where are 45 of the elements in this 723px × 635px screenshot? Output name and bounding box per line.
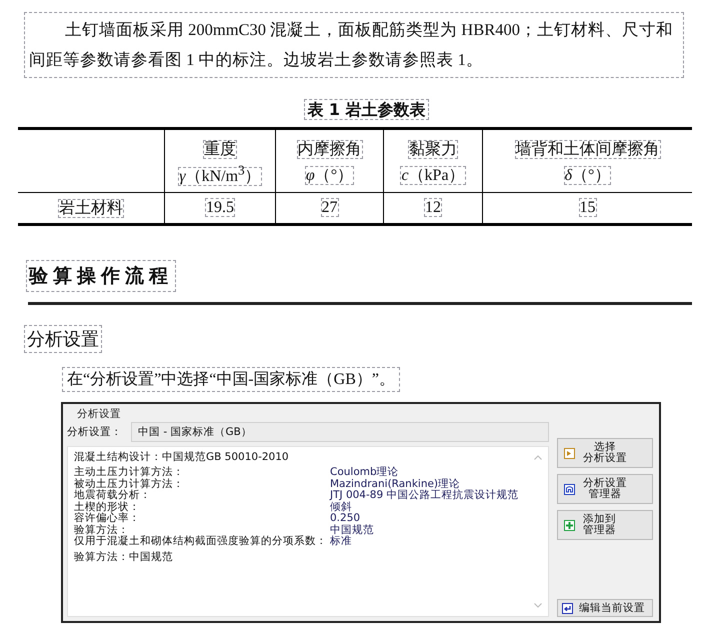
setting-field[interactable]: 中国 - 国家标准（GB） [131, 422, 549, 442]
instruction-text: 在“分析设置”中选择“中国-国家标准（GB）”。 [62, 367, 400, 392]
body-paragraph: 土钉墙面板采用 200mmC30 混凝土，面板配筋类型为 HBR400；土钉材料、尺寸和间距等参数请参看图 1 中的标注。边坡岩土参数请参照表 1。 [24, 12, 684, 78]
dialog-button[interactable]: 分析设置 管理器 [557, 474, 653, 504]
section-heading: 验算操作流程 [26, 260, 176, 292]
param-value: 标准 [330, 536, 352, 548]
param-value: Mazindrani(Rankine)理论 [330, 478, 460, 490]
column-unit: γ（kN/m$^{3}$） [178, 167, 262, 186]
param-label: 验算方法： [74, 524, 129, 536]
table-cell: 19.5 [205, 198, 235, 217]
param-label: 仅用于混凝土和砌体结构截面强度验算的分项系数： [74, 536, 328, 548]
dialog-button[interactable]: 编辑当前设置 [557, 599, 653, 617]
param-value: 倾斜 [330, 502, 353, 513]
scroll-down-icon[interactable] [534, 603, 542, 608]
summary-line: 验算方法：中国规范 [74, 550, 173, 564]
column-header: 重度 [203, 140, 237, 158]
column-header: 内摩擦角 [296, 140, 362, 158]
param-value: Coulomb理论 [330, 467, 400, 478]
column-unit: φ（°） [304, 166, 354, 184]
arrow-icon [562, 602, 573, 614]
row-label: 岩土材料 [58, 198, 124, 218]
column-unit: δ（°） [564, 166, 612, 184]
param-value: JTJ 004-89 中国公路工程抗震设计规范 [330, 490, 520, 502]
column-header: 墙背和土体间摩擦角 [514, 140, 660, 158]
table-title: 表 1 岩土参数表 [304, 99, 429, 120]
summary-line: 混凝土结构设计：中国规范GB 50010-2010 [74, 451, 289, 464]
plus-icon [564, 520, 575, 530]
table-cell: 15 [578, 198, 596, 217]
param-value: 0.250 [330, 513, 362, 524]
param-label: 主动土压力计算方法： [74, 467, 185, 478]
param-label: 容许偏心率： [74, 513, 141, 524]
table-cell: 27 [320, 198, 338, 217]
subheading: 分析设置 [24, 325, 102, 353]
param-value: 中国规范 [330, 524, 375, 536]
scroll-up-icon[interactable] [534, 455, 542, 460]
dialog-button[interactable]: 选择 分析设置 [557, 438, 653, 468]
param-label: 土楔的形状： [74, 502, 141, 512]
param-label: 地震荷载分析： [74, 490, 152, 501]
dialog-button[interactable]: 添加到 管理器 [557, 510, 653, 540]
column-header: 黏聚力 [408, 140, 458, 158]
table-cell: 12 [424, 198, 442, 217]
setting-label: 分析设置： [67, 425, 123, 439]
param-label: 被动土压力计算方法： [74, 478, 185, 490]
column-unit: c（kPa） [400, 166, 466, 184]
group-title: 分析设置 [76, 407, 121, 422]
